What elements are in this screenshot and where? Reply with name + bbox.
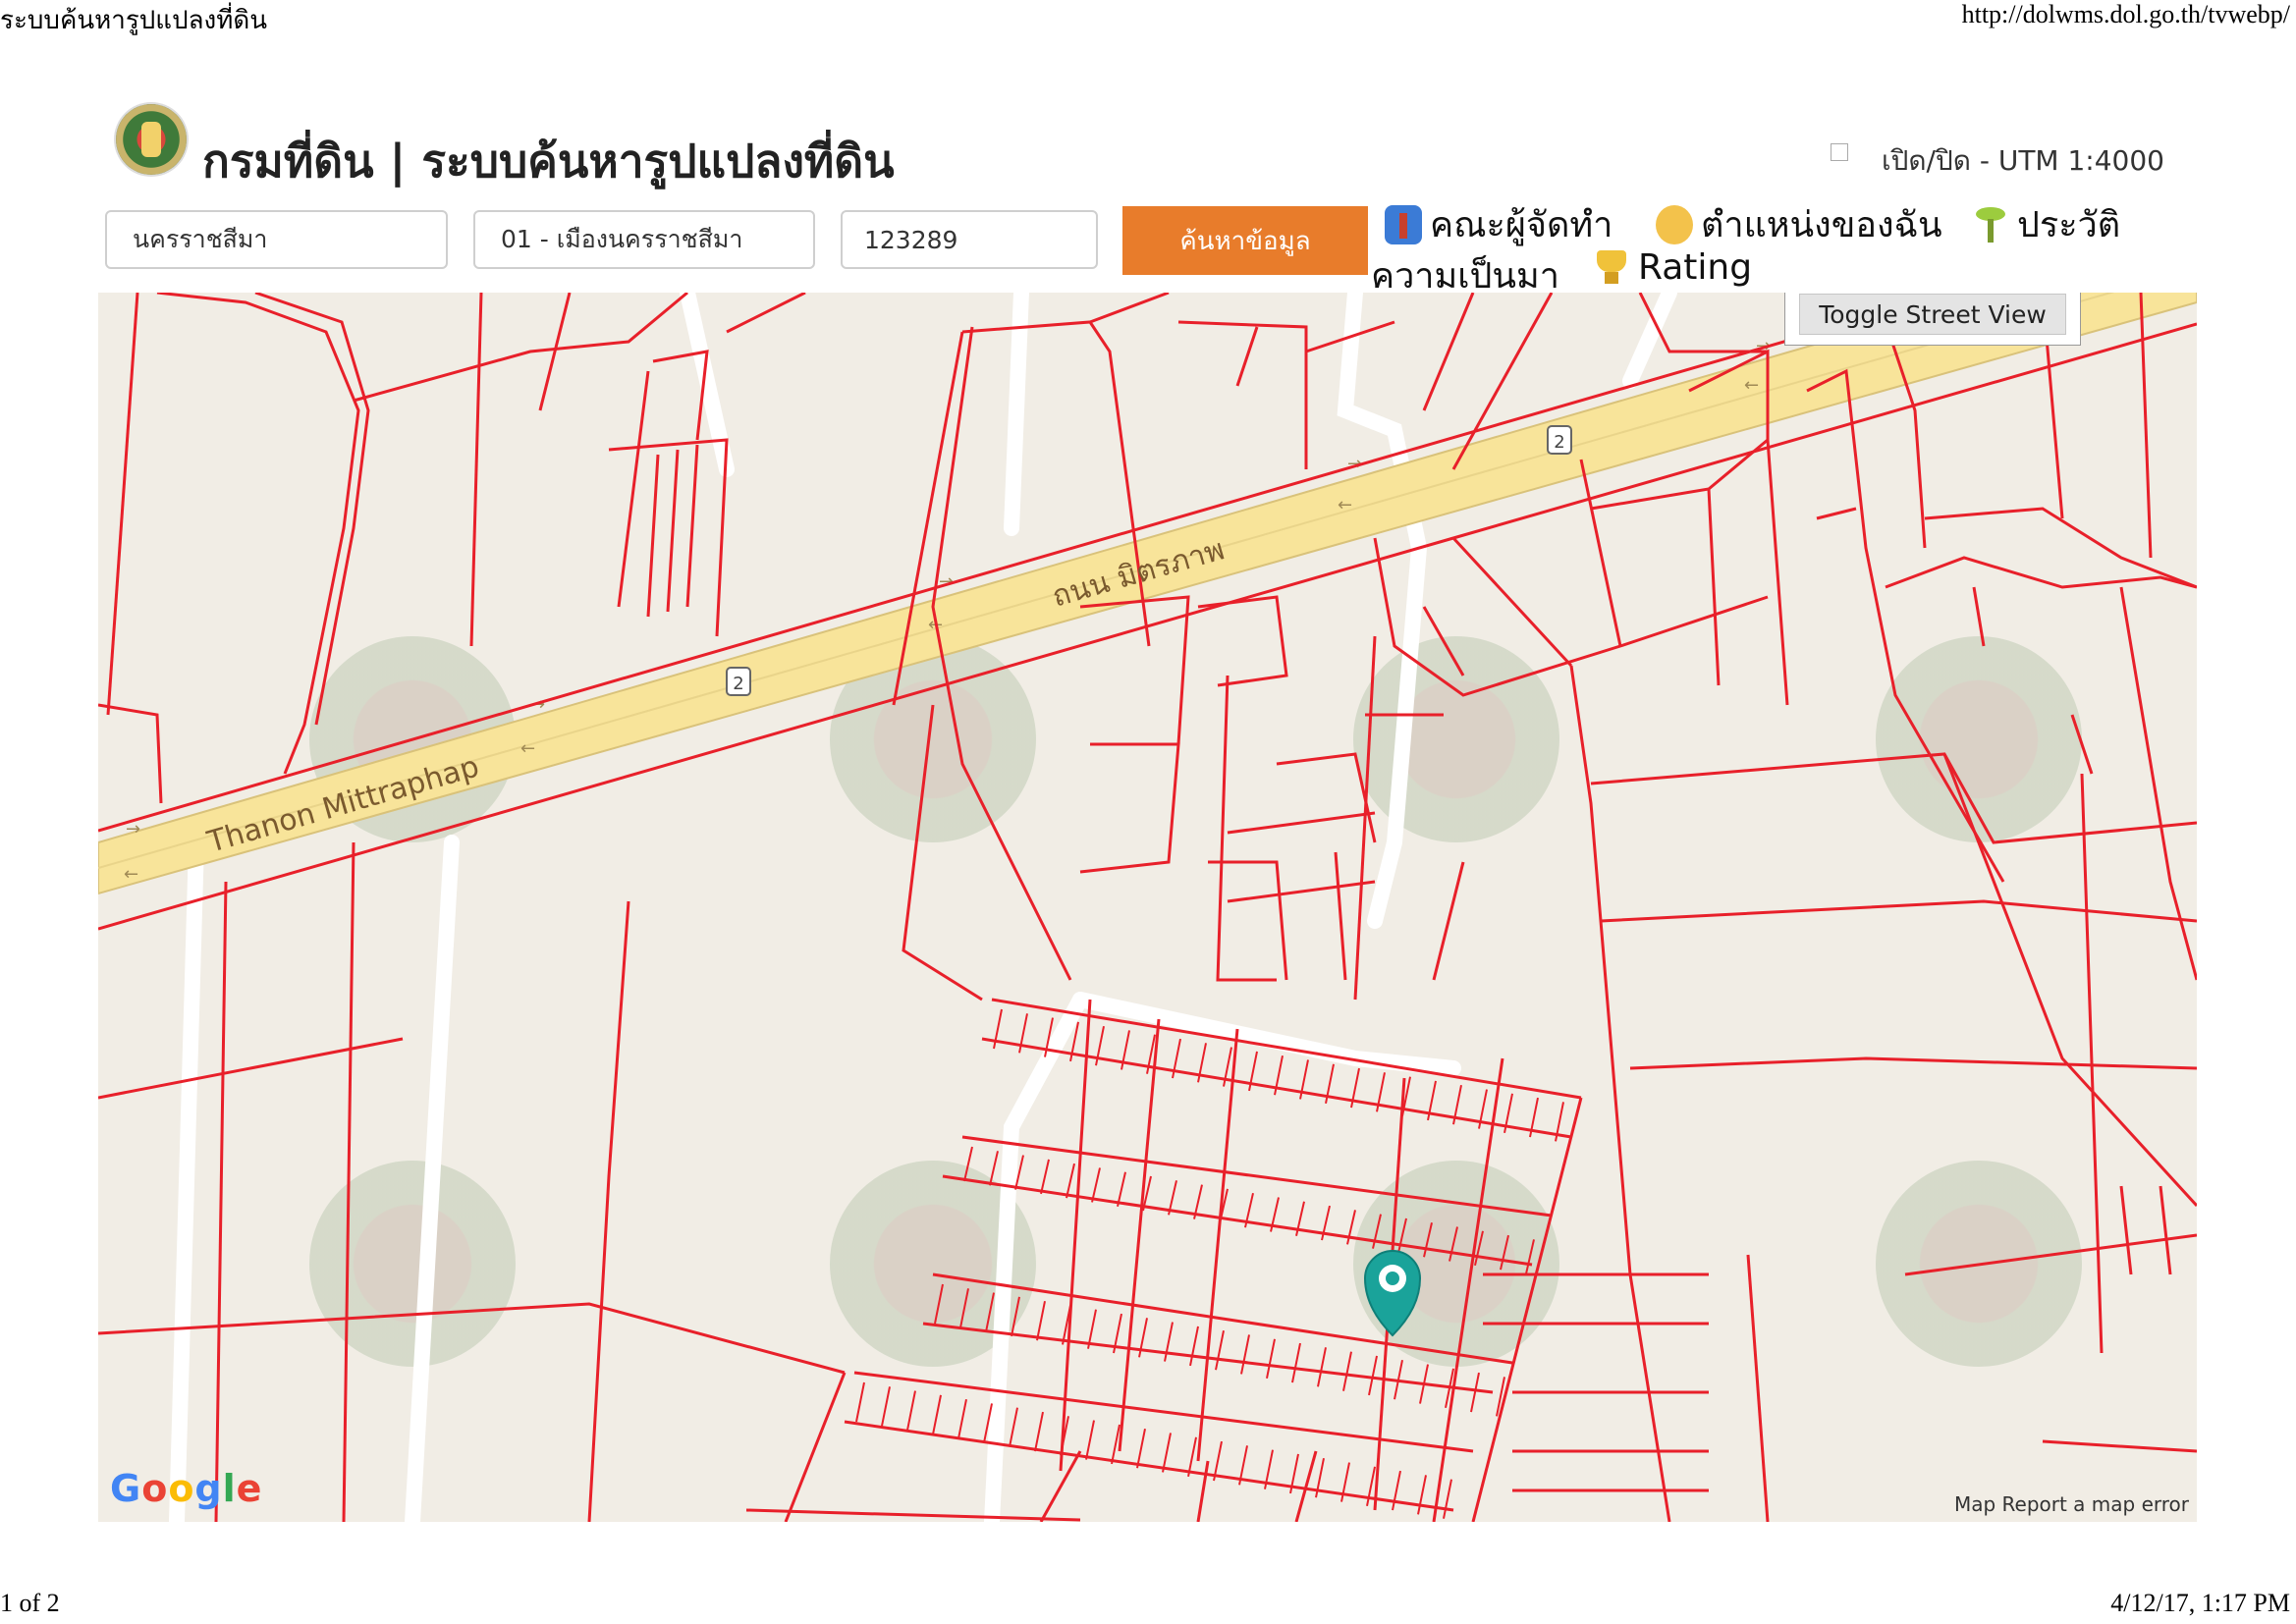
province-select[interactable]: นครราชสีมา (105, 210, 448, 269)
print-page-number: 1 of 2 (0, 1589, 60, 1617)
parcel-lot-line (959, 1288, 969, 1328)
svg-text:←: ← (1744, 375, 1759, 396)
page-title: กรมที่ดิน | ระบบค้นหารูปแปลงที่ดิน (202, 135, 895, 188)
parcel-lot-line (1525, 1239, 1535, 1274)
trophy-icon (1593, 248, 1630, 288)
parcel-lot-line (1034, 1411, 1044, 1452)
parcel-lot-line (1009, 1407, 1018, 1447)
sprout-icon (1972, 205, 2009, 244)
nav-team-label: คณะผู้จัดทำ (1430, 205, 1613, 245)
parcel-lot-line (1187, 1436, 1197, 1477)
parcel-lot-line (1215, 1329, 1225, 1371)
parcel-lot-line (1368, 1355, 1378, 1396)
route-shield-number: 2 (1554, 432, 1564, 453)
nav-team-link[interactable]: คณะผู้จัดทำ (1385, 196, 1613, 252)
parcel-lot-line (1085, 1420, 1095, 1460)
parcel-lot-line (855, 1381, 865, 1423)
parcel-lot-line (1111, 1424, 1121, 1465)
parcel-lot-line (1066, 1163, 1075, 1199)
print-page-title: ระบบค้นหารูปแปลงที่ดิน (0, 6, 267, 34)
parcel-lot-line (1164, 1322, 1174, 1362)
svg-text:←: ← (520, 738, 535, 759)
parcel-lot-line (1449, 1226, 1458, 1262)
parcel-lot-line (1162, 1433, 1172, 1473)
land-parcel-map[interactable]: → ← → ← → ← → ← → ← Thanon Mittraphap ถน… (98, 293, 2197, 1522)
parcel-location-marker-icon[interactable] (1363, 1250, 1422, 1337)
parcel-lot-line (963, 1146, 973, 1182)
nav-history-link[interactable]: ประวัติ (1972, 196, 2120, 252)
parcel-lot-line (934, 1283, 944, 1325)
parcel-lot-line (1366, 1466, 1376, 1506)
print-page-url: http://dolwms.dol.go.th/tvwebp/ (1961, 0, 2290, 28)
parcel-lot-line (1470, 1372, 1480, 1413)
parcel-lot-line (1317, 1347, 1327, 1387)
route-shield-icon: 2 (726, 667, 751, 696)
parcel-lot-line (1372, 1214, 1382, 1249)
parcel-lot-line (881, 1386, 891, 1427)
parcel-lot-line (1036, 1300, 1046, 1341)
nav-my-location-link[interactable]: ตำแหน่งของฉัน (1656, 196, 1942, 252)
nav-my-location-label: ตำแหน่งของฉัน (1701, 205, 1942, 245)
nav-history-label: ประวัติ (2017, 205, 2121, 245)
route-shield-number: 2 (733, 674, 743, 694)
report-map-error-link[interactable]: Report a map error (2002, 1492, 2189, 1516)
parcel-lot-line (1117, 1171, 1126, 1207)
parcel-lot-line (1266, 1338, 1276, 1379)
person-face-icon (1656, 204, 1693, 244)
parcel-lot-line (1040, 1159, 1050, 1195)
svg-text:←: ← (1338, 495, 1352, 515)
parcel-lot-line (906, 1390, 916, 1431)
parcel-lot-line (1500, 1234, 1509, 1271)
parcel-lot-line (989, 1151, 999, 1186)
svg-text:←: ← (124, 864, 138, 885)
map-canvas: →← →← →← →← →← Thanon Mittraphap ถนน มิต… (98, 293, 2197, 1522)
parcel-lot-line (1011, 1296, 1020, 1337)
parcel-lot-line (1417, 1475, 1427, 1515)
parcel-lot-line (1423, 1221, 1433, 1258)
parcel-lot-line (1240, 1334, 1250, 1375)
parcel-lot-line (1091, 1167, 1101, 1203)
toggle-street-view-button[interactable]: Toggle Street View (1799, 294, 2066, 335)
parcel-lot-line (1291, 1342, 1301, 1383)
parcel-lot-line (1189, 1326, 1199, 1367)
route-shield-icon: 2 (1547, 425, 1572, 455)
print-datetime: 4/12/17, 1:17 PM (2110, 1589, 2290, 1617)
search-button[interactable]: ค้นหาข้อมูล (1122, 206, 1368, 275)
parcel-number-input[interactable]: 123289 (841, 210, 1098, 269)
parcel-lot-line (1397, 1218, 1407, 1254)
nav-rating-label: Rating (1638, 247, 1753, 288)
google-logo: Google (110, 1467, 263, 1510)
parcel-lot-line (985, 1292, 995, 1332)
parcel-lot-line (1136, 1428, 1146, 1469)
map-footer: Map Report a map error (1954, 1492, 2189, 1516)
district-select[interactable]: 01 - เมืองนครราชสีมา (473, 210, 815, 269)
parcel-lot-line (1443, 1479, 1452, 1519)
parcel-lot-line (1392, 1470, 1401, 1511)
nav-rating-link[interactable]: Rating (1593, 247, 1752, 288)
map-data-link[interactable]: Map (1954, 1492, 1995, 1516)
department-seal-icon (116, 104, 187, 175)
parcel-lot-line (1342, 1351, 1352, 1391)
street-view-control: Toggle Street View (1784, 293, 2081, 346)
parcel-lot-line (932, 1394, 942, 1435)
utm-toggle-checkbox[interactable] (1831, 143, 1848, 161)
team-icon (1385, 204, 1422, 244)
utm-toggle-label: เปิด/ปิด - UTM 1:4000 (1882, 144, 2164, 177)
parcel-lot-line (957, 1398, 967, 1439)
